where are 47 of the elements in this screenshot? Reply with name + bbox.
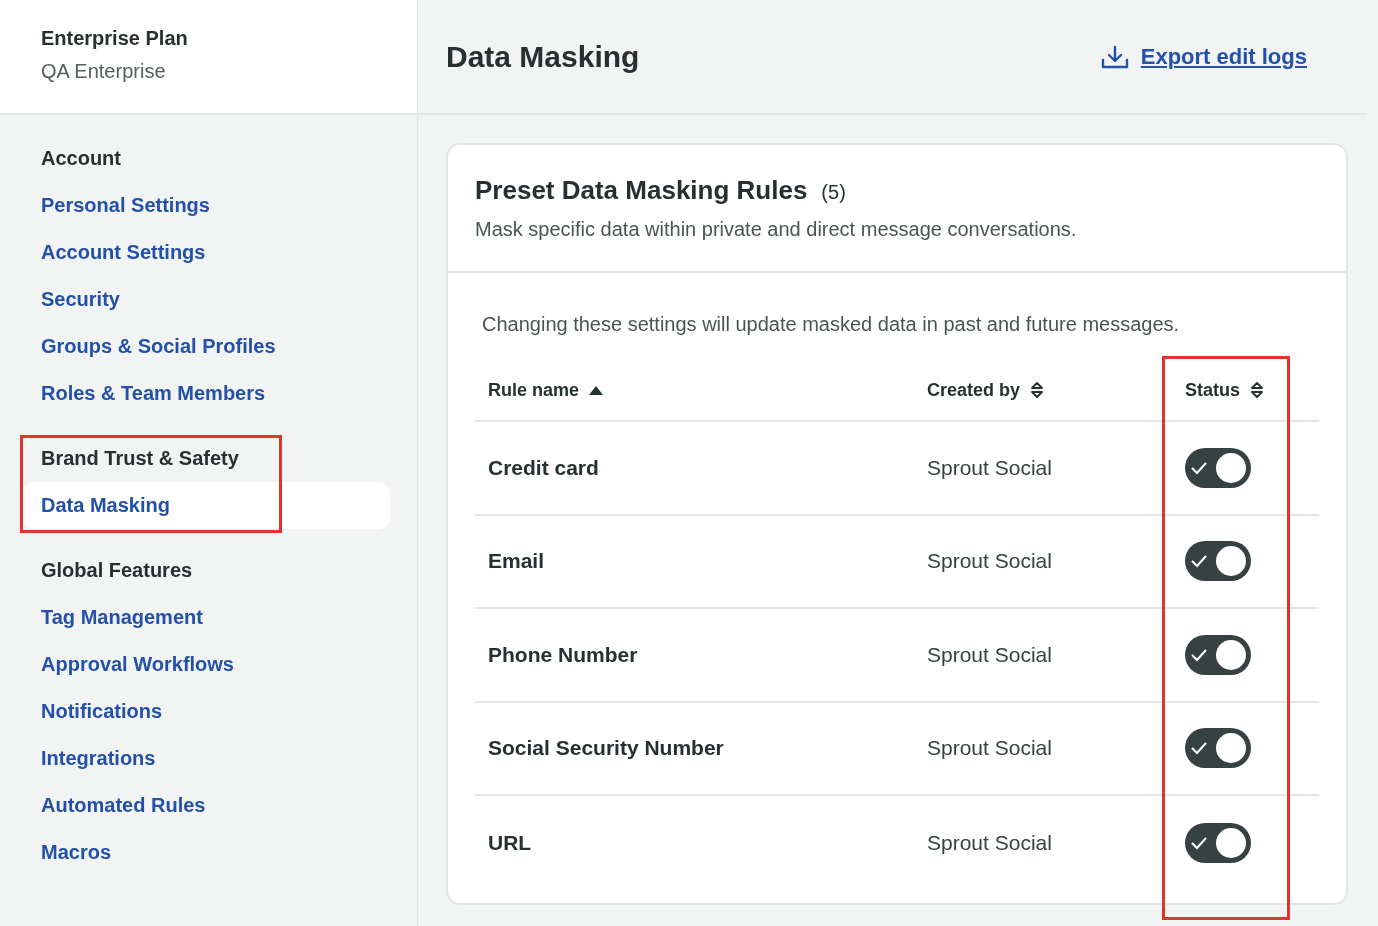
sidebar-item[interactable]: Data Masking [22, 482, 390, 529]
check-icon [1190, 835, 1208, 850]
column-header[interactable]: Rule name [488, 379, 927, 401]
rule-name: Social Security Number [488, 736, 725, 761]
plan-title: Enterprise Plan [41, 27, 189, 50]
sidebar-item[interactable]: Groups & Social Profiles [22, 323, 390, 370]
status-toggle[interactable] [1185, 728, 1251, 769]
check-icon [1190, 460, 1208, 475]
status-toggle[interactable] [1185, 634, 1251, 675]
status-toggle[interactable] [1185, 541, 1251, 582]
created-by: Sprout Social [927, 549, 1053, 574]
card-description: Mask specific data within private and direct message conversations. [475, 218, 1078, 241]
sidebar-item[interactable]: Integrations [22, 735, 390, 782]
plan-subtitle: QA Enterprise [41, 60, 167, 83]
export-link[interactable]: Export edit logs [1100, 43, 1307, 70]
check-icon [1190, 647, 1208, 662]
sidebar-heading: Global Features [40, 558, 194, 583]
sidebar-item[interactable]: Account Settings [22, 229, 390, 276]
rule-name: URL [488, 830, 533, 855]
check-icon [1190, 741, 1208, 756]
column-header[interactable]: Status [1185, 379, 1319, 401]
rule-count: (5) [821, 181, 846, 204]
status-toggle[interactable] [1185, 447, 1251, 488]
check-icon [1190, 554, 1208, 569]
sidebar-item[interactable]: Tag Management [22, 594, 390, 641]
column-header[interactable]: Created by [927, 379, 1185, 401]
created-by: Sprout Social [927, 455, 1053, 480]
created-by: Sprout Social [927, 830, 1053, 855]
status-toggle[interactable] [1185, 822, 1251, 863]
sidebar-heading: Brand Trust & Safety [40, 446, 240, 471]
sidebar-heading: Account [40, 146, 122, 171]
download-icon [1100, 44, 1129, 69]
sidebar-item[interactable]: Automated Rules [22, 782, 390, 829]
rule-name: Email [488, 549, 546, 574]
created-by: Sprout Social [927, 736, 1053, 761]
rule-name: Credit card [488, 455, 600, 480]
created-by: Sprout Social [927, 642, 1053, 667]
sidebar-item[interactable]: Notifications [22, 688, 390, 735]
rule-name: Phone Number [488, 642, 639, 667]
sidebar-item[interactable]: Roles & Team Members [22, 370, 390, 417]
card-title: Preset Data Masking Rules [475, 175, 808, 206]
sidebar-item[interactable]: Approval Workflows [22, 641, 390, 688]
settings-note: Changing these settings will update masked data in past and future messages. [481, 313, 1181, 336]
sidebar-item[interactable]: Personal Settings [22, 182, 390, 229]
page-title: Data Masking [446, 39, 640, 74]
sidebar-item[interactable]: Macros [22, 829, 390, 876]
sidebar-item[interactable]: Security [22, 276, 390, 323]
